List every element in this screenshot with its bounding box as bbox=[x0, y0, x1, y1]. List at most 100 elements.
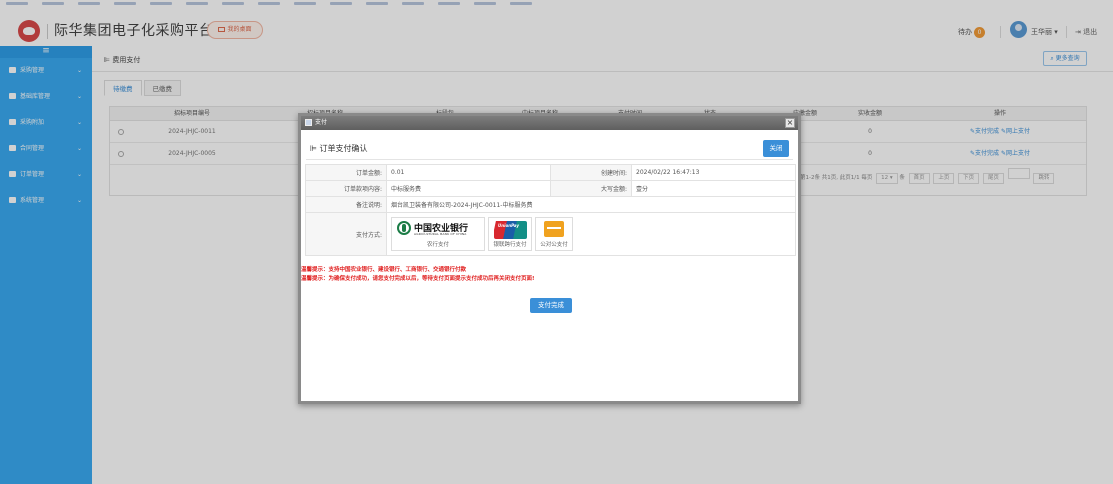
sidebar-item-orders[interactable]: 订单管理 ⌄ bbox=[0, 162, 92, 188]
sidebar-toggle-icon[interactable]: ≡ bbox=[0, 46, 92, 58]
per-page-unit: 条 bbox=[899, 175, 905, 181]
first-page-button[interactable]: 首页 bbox=[908, 173, 930, 184]
pay-option-corporate[interactable]: 公对公支付 bbox=[535, 217, 573, 251]
dialog-title: ⊫ 订单支付确认 bbox=[310, 144, 368, 153]
user-name: 王华丽 bbox=[1031, 28, 1052, 36]
warning-banks: 温馨提示：支持中国农业银行、建设银行、工商银行、交通银行付款 bbox=[301, 267, 467, 273]
pay-option-abc[interactable]: 中国农业银行 AGRICULTURAL BANK OF CHINA 农行支付 bbox=[391, 217, 485, 251]
sidebar-item-label: 基础库管理 bbox=[20, 93, 51, 100]
per-page-select[interactable]: 12 ▾ bbox=[876, 173, 898, 184]
upper-amount-label: 大写金额: bbox=[550, 180, 632, 197]
page-jump-button[interactable]: 跳转 bbox=[1033, 173, 1055, 184]
order-info-table: 订单金额: 0.01 创建时间: 2024/02/22 16:47:13 订单款… bbox=[305, 164, 796, 256]
row-radio[interactable] bbox=[118, 129, 124, 135]
logout-button[interactable]: ⇥ 退出 bbox=[1075, 27, 1097, 37]
sidebar-item-label: 采购附加 bbox=[20, 119, 45, 126]
sidebar-item-procurement[interactable]: 采购管理 ⌄ bbox=[0, 58, 92, 84]
upper-amount-value: 壹分 bbox=[631, 180, 796, 197]
next-page-button[interactable]: 下页 bbox=[958, 173, 980, 184]
pay-option-caption: 公对公支付 bbox=[540, 242, 568, 248]
project-code: 2024-JHJC-0011 bbox=[168, 128, 216, 135]
more-search-label: 更多查询 bbox=[1055, 55, 1080, 62]
logout-label: 退出 bbox=[1083, 28, 1098, 36]
pay-complete-link[interactable]: ✎支付完成 bbox=[970, 150, 999, 157]
pay-done-button[interactable]: 支付完成 bbox=[530, 298, 572, 313]
sidebar-item-base-library[interactable]: 基础库管理 ⌄ bbox=[0, 84, 92, 110]
chevron-down-icon: ⌄ bbox=[76, 197, 82, 204]
document-icon bbox=[9, 145, 16, 151]
page-jump-input[interactable] bbox=[1007, 168, 1030, 179]
remark-label: 备注说明: bbox=[305, 196, 387, 213]
pay-complete-label: 支付完成 bbox=[975, 128, 1000, 135]
my-desktop-button[interactable]: 我的桌面 bbox=[207, 21, 263, 39]
my-desktop-label: 我的桌面 bbox=[227, 26, 252, 33]
online-pay-label: 网上支付 bbox=[1005, 150, 1030, 157]
amount-value: 0.01 bbox=[386, 164, 551, 181]
received-amount: 0 bbox=[868, 150, 872, 157]
pay-option-unionpay[interactable]: UnionPay 银联跨行支付 bbox=[488, 217, 532, 251]
header-divider bbox=[1066, 26, 1067, 38]
prev-page-button[interactable]: 上页 bbox=[933, 173, 955, 184]
chevron-down-icon: ⌄ bbox=[76, 93, 82, 100]
last-page-button[interactable]: 尾页 bbox=[982, 173, 1004, 184]
payment-window: 支付 × ⊫ 订单支付确认 关闭 订单金额: 0.01 创建时间: 2024/0… bbox=[298, 113, 801, 404]
abc-brand-en: AGRICULTURAL BANK OF CHINA bbox=[414, 232, 467, 236]
chevron-down-icon: ⌄ bbox=[76, 67, 82, 74]
order-icon bbox=[9, 171, 16, 177]
chevron-down-icon: ⌄ bbox=[76, 119, 82, 126]
page-title-text: 费用支付 bbox=[112, 56, 141, 64]
unionpay-brand: UnionPay bbox=[498, 223, 519, 228]
row-actions: ✎支付完成 ✎网上支付 bbox=[940, 143, 1060, 165]
todo-button[interactable]: 待办 0 bbox=[958, 27, 985, 38]
app-title: 际华集团电子化采购平台 bbox=[54, 23, 214, 39]
warning-close-page: 温馨提示：为确保支付成功，请您支付完成以后，等待支付页面提示支付成功后再关闭支付… bbox=[301, 276, 535, 282]
tab-unpaid[interactable]: 待缴费 bbox=[104, 80, 142, 96]
online-pay-link[interactable]: ✎网上支付 bbox=[1001, 128, 1030, 135]
search-icon: ⌕ bbox=[1050, 55, 1054, 62]
online-pay-link[interactable]: ✎网上支付 bbox=[1001, 150, 1030, 157]
chevron-down-icon: ⌄ bbox=[76, 145, 82, 152]
sidebar: ≡ 采购管理 ⌄ 基础库管理 ⌄ 采购附加 ⌄ 合同管理 ⌄ 订单管理 ⌄ 系统管理 ⌄ bbox=[0, 46, 92, 484]
database-icon bbox=[9, 93, 16, 99]
sidebar-item-contract[interactable]: 合同管理 ⌄ bbox=[0, 136, 92, 162]
grid-icon bbox=[9, 119, 16, 125]
row-radio[interactable] bbox=[118, 151, 124, 157]
close-icon[interactable]: × bbox=[785, 118, 795, 128]
per-page-label: 每页 bbox=[861, 175, 873, 181]
remark-value: 烟台凯卫装备有限公司-2024-JHJC-0011-中标服务费 bbox=[386, 196, 796, 213]
paymethod-label: 支付方式: bbox=[305, 212, 387, 256]
system-icon bbox=[9, 197, 16, 203]
sidebar-item-label: 合同管理 bbox=[20, 145, 45, 152]
sidebar-item-procurement-extra[interactable]: 采购附加 ⌄ bbox=[0, 110, 92, 136]
dialog-title-text: 订单支付确认 bbox=[319, 144, 368, 153]
user-menu[interactable]: 王华丽 ▾ bbox=[1031, 27, 1058, 37]
project-code: 2024-JHJC-0005 bbox=[168, 150, 216, 157]
close-button[interactable]: 关闭 bbox=[763, 140, 789, 157]
more-search-button[interactable]: ⌕ 更多查询 bbox=[1043, 51, 1087, 66]
app-header: 际华集团电子化采购平台 我的桌面 待办 0 王华丽 ▾ ⇥ 退出 bbox=[0, 8, 1113, 46]
content-label: 订单款项内容: bbox=[305, 180, 387, 197]
pay-complete-link[interactable]: ✎支付完成 bbox=[970, 128, 999, 135]
sidebar-item-system[interactable]: 系统管理 ⌄ bbox=[0, 188, 92, 214]
header-divider bbox=[47, 24, 48, 39]
column-header: 招标项目编号 bbox=[173, 110, 210, 117]
column-header: 操作 bbox=[993, 110, 1006, 117]
column-header: 实收金额 bbox=[857, 110, 882, 117]
pay-methods: 中国农业银行 AGRICULTURAL BANK OF CHINA 农行支付 U… bbox=[386, 212, 796, 256]
received-amount: 0 bbox=[868, 128, 872, 135]
abc-bank-logo-icon bbox=[397, 221, 411, 235]
tab-bar: 待缴费 已缴费 bbox=[104, 80, 183, 96]
window-titlebar[interactable]: 支付 × bbox=[301, 116, 798, 130]
todo-label: 待办 bbox=[958, 28, 972, 36]
unionpay-logo-icon: UnionPay bbox=[494, 221, 527, 239]
sidebar-item-label: 采购管理 bbox=[20, 67, 45, 74]
avatar[interactable] bbox=[1010, 21, 1027, 38]
todo-count-badge: 0 bbox=[974, 27, 985, 38]
amount-label: 订单金额: bbox=[305, 164, 387, 181]
sidebar-item-label: 系统管理 bbox=[20, 197, 45, 204]
tab-paid[interactable]: 已缴费 bbox=[143, 80, 181, 96]
monitor-icon bbox=[218, 27, 226, 32]
page-header: ⊫ 费用支付 ⌕ 更多查询 bbox=[92, 46, 1113, 72]
pay-complete-label: 支付完成 bbox=[975, 150, 1000, 157]
corporate-card-icon bbox=[544, 221, 564, 237]
